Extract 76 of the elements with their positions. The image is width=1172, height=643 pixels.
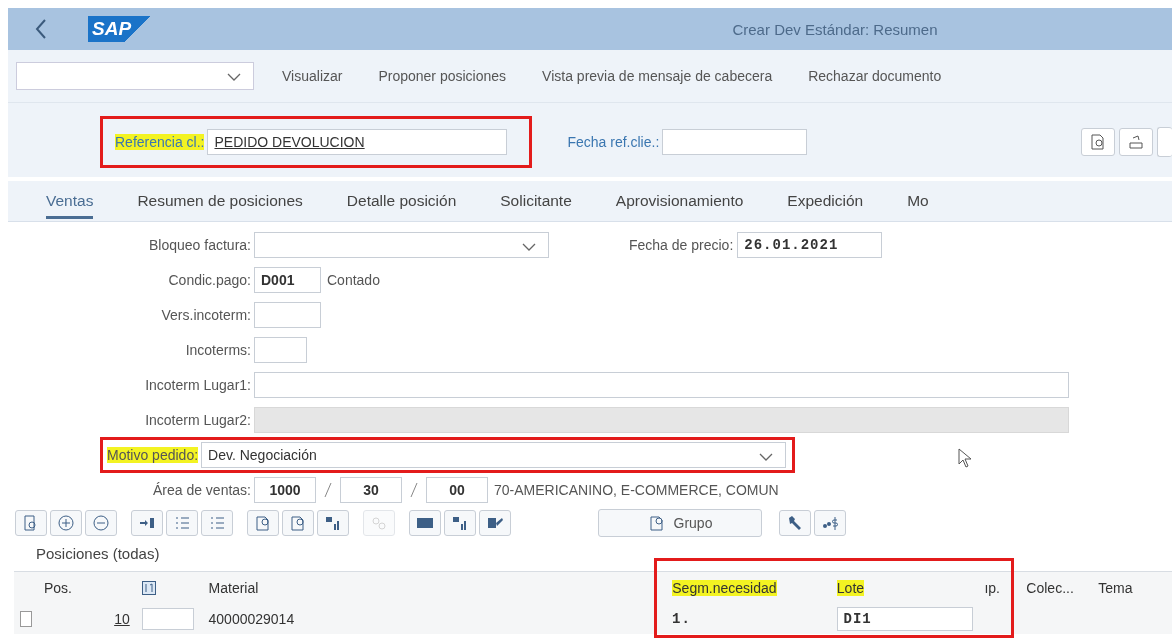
dropdown-field[interactable]: Dev. Negociación xyxy=(201,442,787,468)
date-field[interactable]: 26.01.2021 xyxy=(737,232,883,258)
wrench-icon[interactable] xyxy=(779,510,811,536)
input-field[interactable] xyxy=(662,129,808,155)
chevron-down-icon xyxy=(522,243,536,251)
document-search-icon[interactable] xyxy=(1081,128,1115,156)
logo: SAP xyxy=(88,16,152,42)
item-number-link[interactable]: 10 xyxy=(114,611,130,627)
input-field[interactable] xyxy=(254,302,321,328)
sort-icon[interactable] xyxy=(141,581,156,595)
input-field[interactable]: 00 xyxy=(426,477,488,503)
mouse-pointer-icon xyxy=(958,448,972,468)
input-field[interactable]: 30 xyxy=(340,477,402,503)
field-label: Motivo pedido: xyxy=(107,447,199,463)
column-header: Tema xyxy=(1098,580,1133,596)
tab[interactable]: Detalle posición xyxy=(346,183,457,219)
chart2-icon[interactable] xyxy=(444,510,476,536)
tab[interactable]: Mo xyxy=(907,183,929,219)
doc-icon[interactable] xyxy=(247,510,279,536)
input-field[interactable] xyxy=(254,337,307,363)
toolbar-button[interactable]: Visualizar xyxy=(264,68,361,84)
tab[interactable]: Solicitante xyxy=(500,183,572,219)
toolbar-button[interactable]: Vista previa de mensaje de cabecera xyxy=(524,68,791,84)
variant-dropdown[interactable] xyxy=(16,62,254,90)
pricing-icon[interactable] xyxy=(814,510,846,536)
document-icon xyxy=(647,515,666,531)
tab[interactable]: Aprovisionamiento xyxy=(615,183,744,219)
column-header: Lote xyxy=(836,580,865,596)
edit-icon[interactable] xyxy=(479,510,511,536)
field-description: 70-AMERICANINO, E-COMMERCE, COMUN xyxy=(494,482,779,498)
field-label: Fecha de precio: xyxy=(629,237,734,253)
back-icon[interactable] xyxy=(34,18,48,40)
indent-icon[interactable] xyxy=(131,510,163,536)
input-field[interactable]: PEDIDO DEVOLUCION xyxy=(207,129,508,155)
input-field[interactable]: D001 xyxy=(254,267,321,293)
input-field[interactable]: 1000 xyxy=(254,477,316,503)
field-label: Condic.pago: xyxy=(167,272,251,288)
section-title: Posiciones (todas) xyxy=(35,544,161,564)
input-field[interactable] xyxy=(254,372,1069,398)
toolbar-button[interactable]: Proponer posiciones xyxy=(360,68,525,84)
field-label: Vers.incoterm: xyxy=(160,307,251,323)
field-label: Incoterms: xyxy=(184,342,251,358)
field-label: Bloqueo factura: xyxy=(148,237,251,253)
toolbar-button[interactable] xyxy=(1157,127,1172,157)
input-field[interactable] xyxy=(141,608,194,630)
chart-icon[interactable] xyxy=(317,510,349,536)
toolbar-button[interactable]: Rechazar documento xyxy=(790,68,960,84)
dropdown-field[interactable] xyxy=(254,232,549,258)
field-label: Fecha ref.clie.: xyxy=(567,134,660,150)
tab[interactable]: Resumen de posiciones xyxy=(137,183,303,219)
column-header: Segm.necesidad xyxy=(672,580,777,596)
column-header: Material xyxy=(208,580,259,596)
input-field[interactable]: DI1 xyxy=(836,607,973,631)
chevron-down-icon xyxy=(759,453,774,461)
detail-icon[interactable] xyxy=(15,510,47,536)
field-label: Referencia cl.: xyxy=(115,134,205,150)
chevron-down-icon xyxy=(227,73,241,81)
group-button[interactable]: Grupo xyxy=(598,509,762,537)
minus-icon[interactable] xyxy=(85,510,117,536)
slash-icon xyxy=(324,482,332,498)
tab[interactable]: Expedición xyxy=(787,183,864,219)
column-header: Pos. xyxy=(43,580,72,596)
column-header: Colec... xyxy=(1026,580,1074,596)
table-cell-text: 40000029014 xyxy=(207,610,296,629)
list-icon[interactable] xyxy=(201,510,233,536)
slash-icon xyxy=(410,482,418,498)
field-description: Contado xyxy=(327,272,380,288)
table-cell-text: 1. xyxy=(671,610,692,629)
field-label: Incoterm Lugar1: xyxy=(144,377,251,393)
column-header: ıp. xyxy=(984,580,1000,596)
window-title: Crear Dev Estándar: Resumen xyxy=(731,20,939,38)
plus-icon[interactable] xyxy=(50,510,82,536)
field-label: Área de ventas: xyxy=(151,482,251,498)
row-checkbox[interactable] xyxy=(20,611,32,627)
field-label: Incoterm Lugar2: xyxy=(144,412,251,428)
tab[interactable]: Ventas xyxy=(46,183,94,219)
